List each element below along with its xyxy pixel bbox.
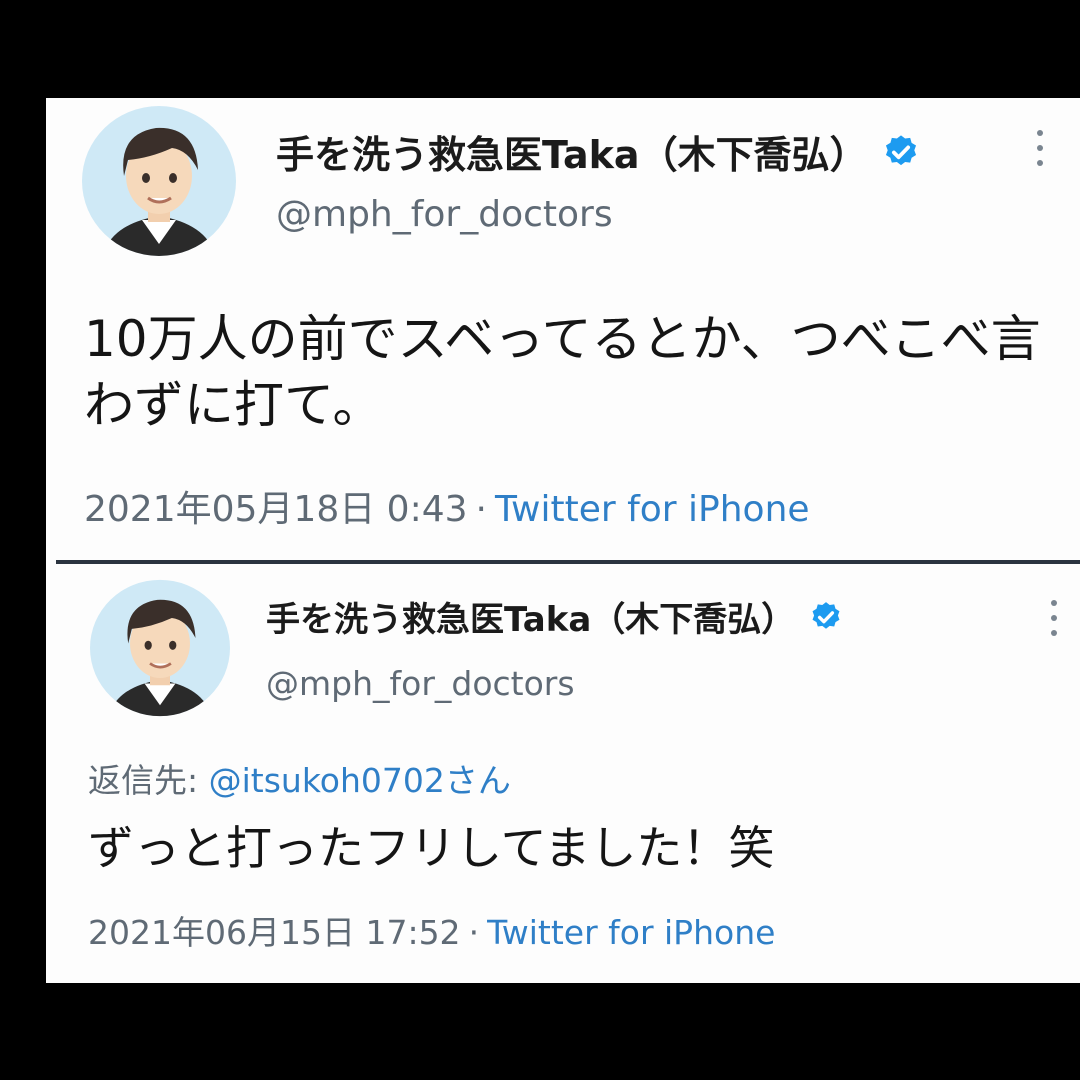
tweet-text: ずっと打ったフリしてました！笑 — [88, 821, 775, 875]
display-name-row: 手を洗う救急医Taka（木下喬弘） — [266, 592, 843, 641]
source-link[interactable]: Twitter for iPhone — [495, 489, 810, 530]
verified-badge-icon — [882, 133, 920, 171]
reply-context: 返信先: @itsukoh0702さん — [88, 754, 511, 802]
display-name[interactable]: 手を洗う救急医Taka（木下喬弘） — [266, 592, 795, 641]
tweet-1: 手を洗う救急医Taka（木下喬弘） @mph_for_doctors 10万人の… — [46, 98, 1080, 560]
tweet-screenshot-panel: 手を洗う救急医Taka（木下喬弘） @mph_for_doctors 10万人の… — [46, 98, 1080, 983]
display-name[interactable]: 手を洗う救急医Taka（木下喬弘） — [276, 124, 868, 179]
source-link[interactable]: Twitter for iPhone — [487, 913, 775, 952]
tweet-meta: 2021年05月18日 0:43 · Twitter for iPhone — [84, 480, 810, 532]
timestamp[interactable]: 2021年05月18日 0:43 — [84, 489, 468, 530]
reply-mention-link[interactable]: @itsukoh0702さん — [209, 761, 511, 800]
avatar[interactable] — [80, 104, 238, 258]
tweet-text: 10万人の前でスベってるとか、つべこべ言わずに打て。 — [84, 310, 1041, 434]
tweet-2: 手を洗う救急医Taka（木下喬弘） @mph_for_doctors 返信先: … — [46, 566, 1080, 983]
more-vertical-icon[interactable] — [1048, 600, 1060, 636]
reply-label: 返信先: — [88, 761, 199, 800]
more-vertical-icon[interactable] — [1034, 130, 1046, 166]
meta-separator: · — [475, 489, 487, 530]
avatar[interactable] — [88, 578, 232, 718]
handle[interactable]: @mph_for_doctors — [276, 194, 613, 235]
tweet-meta: 2021年06月15日 17:52 · Twitter for iPhone — [88, 906, 775, 954]
display-name-row: 手を洗う救急医Taka（木下喬弘） — [276, 124, 920, 179]
handle[interactable]: @mph_for_doctors — [266, 664, 575, 703]
timestamp[interactable]: 2021年06月15日 17:52 — [88, 913, 461, 952]
verified-badge-icon — [809, 600, 843, 634]
divider — [56, 560, 1080, 564]
meta-separator: · — [468, 913, 480, 952]
